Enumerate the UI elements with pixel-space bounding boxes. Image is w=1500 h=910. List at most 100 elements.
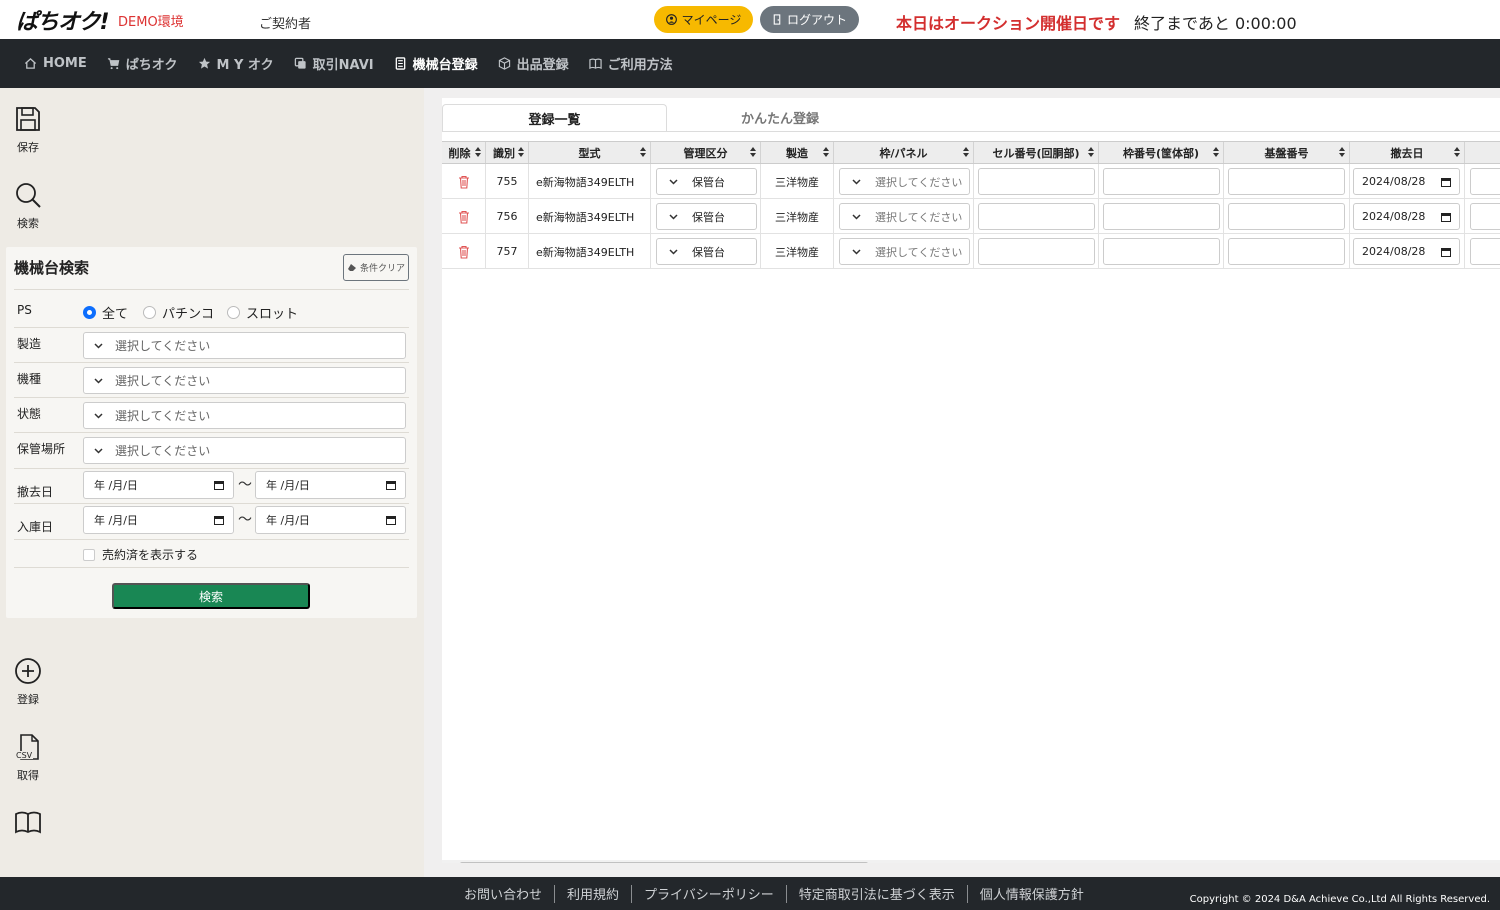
header-board-number[interactable]: 基盤番号: [1224, 142, 1350, 163]
register-button[interactable]: 登録: [10, 657, 46, 707]
nav-item-home[interactable]: HOME: [24, 56, 87, 71]
model-select[interactable]: 選択してください: [83, 367, 406, 394]
delete-button[interactable]: [442, 199, 486, 234]
mypage-button[interactable]: マイページ: [654, 6, 753, 33]
model-select-value: 選択してください: [115, 374, 211, 388]
category-select[interactable]: 保管台: [656, 168, 757, 195]
search-toggle-button[interactable]: 検索: [10, 181, 46, 231]
category-select[interactable]: 保管台: [656, 203, 757, 230]
removal-date-input[interactable]: 2024/08/28: [1353, 168, 1460, 195]
clear-conditions-button[interactable]: 条件クリア: [343, 254, 409, 281]
next-column-input[interactable]: [1470, 168, 1500, 195]
frame-panel-select[interactable]: 選択してください: [839, 168, 970, 195]
countdown: 終了まであと 0:00:00: [1134, 10, 1297, 34]
chevron-down-icon: [94, 377, 103, 384]
removal-date-value: 2024/08/28: [1362, 245, 1426, 258]
board-number-input[interactable]: [1228, 168, 1345, 195]
divider: [14, 397, 409, 398]
footer-link-privacy[interactable]: プライバシーポリシー: [632, 884, 786, 903]
horizontal-scrollbar[interactable]: ◀: [442, 860, 1500, 863]
stock-date-label: 入庫日: [17, 520, 54, 534]
tab-divider: [442, 131, 1500, 132]
trash-icon: [458, 175, 469, 189]
nav-item-pachioku[interactable]: ぱちオク: [107, 54, 178, 73]
register-panel: 登録一覧 かんたん登録 削除 識別 型式 管理区分 製造 枠/パネル セル番号(…: [442, 98, 1500, 863]
ps-radio-all[interactable]: 全て: [83, 303, 128, 322]
csv-download-button[interactable]: CSV 取得: [10, 733, 46, 783]
header-frame-number[interactable]: 枠番号(筐体部): [1099, 142, 1224, 163]
category-select[interactable]: 保管台: [656, 238, 757, 265]
nav-item-howto[interactable]: ご利用方法: [588, 54, 673, 73]
header-id[interactable]: 識別: [486, 142, 529, 163]
save-button[interactable]: 保存: [10, 105, 46, 155]
next-column-input[interactable]: [1470, 203, 1500, 230]
manual-button[interactable]: [10, 809, 46, 841]
frame-number-input[interactable]: [1103, 203, 1220, 230]
tab-registered-list[interactable]: 登録一覧: [442, 104, 667, 131]
calendar-icon: [214, 516, 224, 525]
removal-date-from[interactable]: 年 /月/日: [83, 471, 234, 499]
delete-button[interactable]: [442, 164, 486, 199]
cell-number-input[interactable]: [978, 238, 1095, 265]
search-submit-button[interactable]: 検索: [112, 583, 310, 609]
footer-links: お問い合わせ 利用規約 プライバシーポリシー 特定商取引法に基づく表示 個人情報…: [452, 884, 1096, 903]
nav-item-machine-register[interactable]: 機械台登録: [394, 54, 478, 73]
maker-select[interactable]: 選択してください: [83, 332, 406, 359]
delete-button[interactable]: [442, 234, 486, 269]
nav-item-listing[interactable]: 出品登録: [498, 54, 569, 73]
footer-link-personal-info[interactable]: 個人情報保護方針: [968, 884, 1096, 903]
status-select[interactable]: 選択してください: [83, 402, 406, 429]
ps-label: PS: [17, 303, 32, 317]
logout-button[interactable]: ログアウト: [760, 6, 859, 33]
footer-link-terms[interactable]: 利用規約: [555, 884, 631, 903]
ps-radio-pachinko[interactable]: パチンコ: [143, 303, 214, 322]
search-label: 検索: [17, 217, 39, 230]
header-maker[interactable]: 製造: [761, 142, 834, 163]
stock-date-from[interactable]: 年 /月/日: [83, 506, 234, 534]
csv-label: 取得: [17, 769, 39, 782]
header-model[interactable]: 型式: [529, 142, 651, 163]
removal-date-input[interactable]: 2024/08/28: [1353, 203, 1460, 230]
frame-number-input[interactable]: [1103, 168, 1220, 195]
footer-link-contact[interactable]: お問い合わせ: [452, 884, 554, 903]
frame-panel-select[interactable]: 選択してください: [839, 238, 970, 265]
cell-number-input[interactable]: [978, 168, 1095, 195]
frame-number-input[interactable]: [1103, 238, 1220, 265]
site-logo[interactable]: ぱちオク!: [16, 4, 110, 36]
header-delete[interactable]: 削除: [442, 142, 486, 163]
book-icon: [588, 58, 602, 70]
date-placeholder: 年 /月/日: [266, 514, 310, 527]
scrollbar-thumb[interactable]: [460, 862, 868, 863]
cell-number-input[interactable]: [978, 203, 1095, 230]
nav-item-myoku[interactable]: M Y オク: [198, 54, 274, 73]
date-placeholder: 年 /月/日: [94, 479, 138, 492]
cell-model: e新海物語349ELTH: [529, 234, 651, 269]
show-sold-checkbox[interactable]: 売約済を表示する: [83, 546, 198, 563]
removal-date-input[interactable]: 2024/08/28: [1353, 238, 1460, 265]
header-category[interactable]: 管理区分: [651, 142, 761, 163]
removal-date-to[interactable]: 年 /月/日: [255, 471, 406, 499]
tab-easy-register[interactable]: かんたん登録: [668, 104, 892, 131]
calendar-icon: [386, 481, 396, 490]
board-number-input[interactable]: [1228, 238, 1345, 265]
footer-link-commerce-law[interactable]: 特定商取引法に基づく表示: [787, 884, 967, 903]
checkbox-box: [83, 548, 95, 561]
ps-radio-slot[interactable]: スロット: [227, 303, 298, 322]
header-frame-panel[interactable]: 枠/パネル: [834, 142, 974, 163]
table-row: 757 e新海物語349ELTH 保管台 三洋物産 選択してください 2024/…: [442, 234, 1500, 269]
frame-panel-select[interactable]: 選択してください: [839, 203, 970, 230]
header-next-column[interactable]: [1465, 142, 1500, 163]
divider: [14, 567, 409, 568]
board-number-input[interactable]: [1228, 203, 1345, 230]
next-column-input[interactable]: [1470, 238, 1500, 265]
cell-id: 756: [486, 199, 529, 234]
scroll-left-arrow-icon[interactable]: ◀: [446, 862, 452, 863]
cell-id: 755: [486, 164, 529, 199]
stock-date-to[interactable]: 年 /月/日: [255, 506, 406, 534]
storage-select[interactable]: 選択してください: [83, 437, 406, 464]
header-removal-date[interactable]: 撤去日: [1350, 142, 1465, 163]
nav-item-torihiki-navi[interactable]: 取引NAVI: [294, 54, 374, 73]
cell-frame-panel: 選択してください: [834, 164, 974, 199]
countdown-label: 終了まであと: [1134, 14, 1230, 33]
header-cell-number[interactable]: セル番号(回胴部): [974, 142, 1099, 163]
